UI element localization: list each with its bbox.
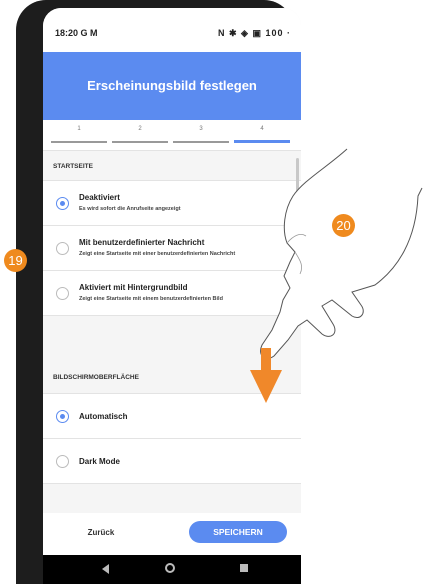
swipe-gesture-hand-icon	[250, 148, 423, 403]
swipe-arrow-head	[250, 370, 282, 403]
hand-outline	[260, 148, 423, 359]
callout-badge-20: 20	[332, 214, 355, 237]
swipe-arrow-shaft	[261, 348, 271, 370]
